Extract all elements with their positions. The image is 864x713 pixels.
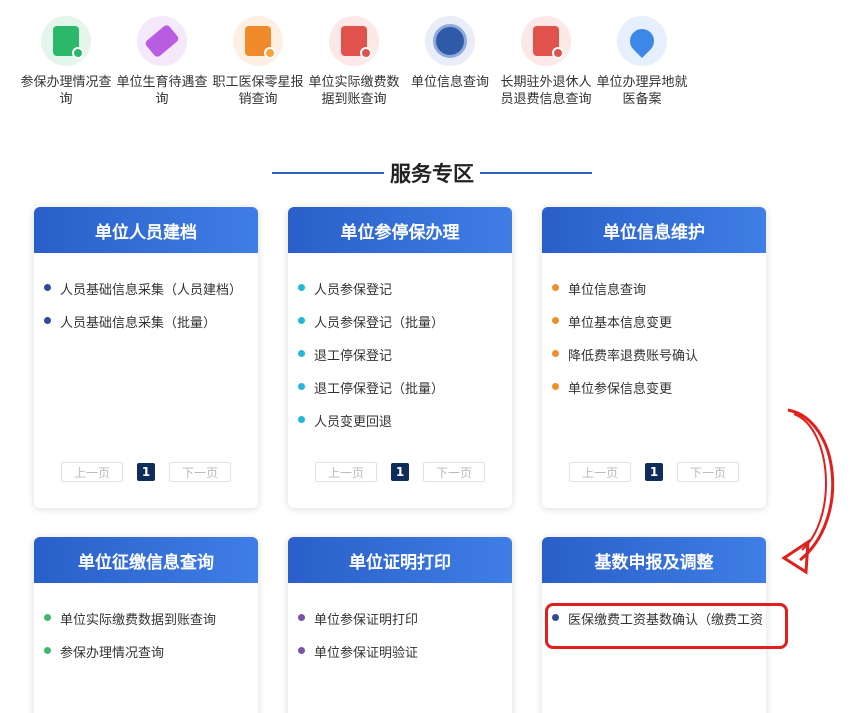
document-search-icon [521, 16, 571, 66]
shortcut-payment-arrival[interactable]: 单位实际缴费数据到账查询 [306, 16, 402, 108]
section-title: 服务专区 [390, 162, 474, 186]
highlight-box [545, 603, 788, 649]
bullet-icon [552, 350, 559, 357]
bullet-icon [298, 284, 305, 291]
prev-page-button[interactable]: 上一页 [569, 462, 631, 482]
card-personnel-archive: 单位人员建档 人员基础信息采集（人员建档） 人员基础信息采集（批量） 上一页 1… [34, 207, 258, 508]
shortcut-label: 职工医保零星报销查询 [212, 75, 304, 107]
card-link[interactable]: 人员变更回退 [298, 411, 512, 444]
receipt-check-icon [233, 16, 283, 66]
shortcut-label: 参保办理情况查询 [20, 75, 112, 107]
card-link[interactable]: 降低费率退费账号确认 [552, 345, 766, 378]
shortcut-row: 参保办理情况查询 单位生育待遇查询 职工医保零星报销查询 单位实际缴费数据到账查… [18, 16, 690, 108]
prev-page-button[interactable]: 上一页 [315, 462, 377, 482]
shortcut-label: 长期驻外退休人员退费信息查询 [500, 75, 592, 107]
shortcut-label: 单位办理异地就医备案 [596, 75, 688, 107]
page-number[interactable]: 1 [391, 463, 409, 481]
page-number[interactable]: 1 [645, 463, 663, 481]
card-link[interactable]: 单位参保信息变更 [552, 378, 766, 411]
bullet-icon [298, 350, 305, 357]
card-enrollment: 单位参停保办理 人员参保登记 人员参保登记（批量） 退工停保登记 退工停保登记（… [288, 207, 512, 508]
bullet-icon [44, 647, 51, 654]
card-title: 单位征缴信息查询 [34, 537, 258, 583]
card-title: 基数申报及调整 [542, 537, 766, 583]
ticket-icon [137, 16, 187, 66]
next-page-button[interactable]: 下一页 [423, 462, 485, 482]
card-link[interactable]: 人员参保登记 [298, 279, 512, 312]
shortcut-label: 单位信息查询 [410, 75, 489, 90]
card-link[interactable]: 单位信息查询 [552, 279, 766, 312]
card-title: 单位人员建档 [34, 207, 258, 253]
bullet-icon [298, 317, 305, 324]
pagination: 上一页 1 下一页 [288, 462, 512, 482]
shortcut-unit-info[interactable]: 单位信息查询 [402, 16, 498, 108]
card-link[interactable]: 单位参保证明验证 [298, 642, 512, 675]
card-link[interactable]: 人员参保登记（批量） [298, 312, 512, 345]
card-unit-info-maintenance: 单位信息维护 单位信息查询 单位基本信息变更 降低费率退费账号确认 单位参保信息… [542, 207, 766, 508]
shortcut-reimbursement[interactable]: 职工医保零星报销查询 [210, 16, 306, 108]
curved-arrow-icon [781, 408, 835, 575]
card-link[interactable]: 退工停保登记（批量） [298, 378, 512, 411]
shortcut-label: 单位生育待遇查询 [116, 75, 208, 107]
divider [480, 172, 592, 174]
bullet-icon [44, 317, 51, 324]
shortcut-maternity-benefit[interactable]: 单位生育待遇查询 [114, 16, 210, 108]
card-link[interactable]: 参保办理情况查询 [44, 642, 258, 675]
divider [272, 172, 384, 174]
card-link[interactable]: 人员基础信息采集（人员建档） [44, 279, 258, 312]
card-link[interactable]: 单位实际缴费数据到账查询 [44, 609, 258, 642]
prev-page-button[interactable]: 上一页 [61, 462, 123, 482]
bullet-icon [298, 614, 305, 621]
bullet-icon [298, 416, 305, 423]
bullet-icon [44, 614, 51, 621]
bullet-icon [552, 317, 559, 324]
pagination: 上一页 1 下一页 [542, 462, 766, 482]
card-title: 单位信息维护 [542, 207, 766, 253]
bullet-icon [552, 383, 559, 390]
document-search-icon [41, 16, 91, 66]
card-certificate-print: 单位证明打印 单位参保证明打印 单位参保证明验证 [288, 537, 512, 713]
shortcut-overseas-retiree-refund[interactable]: 长期驻外退休人员退费信息查询 [498, 16, 594, 108]
bullet-icon [552, 284, 559, 291]
next-page-button[interactable]: 下一页 [169, 462, 231, 482]
bill-search-icon [329, 16, 379, 66]
card-link[interactable]: 单位基本信息变更 [552, 312, 766, 345]
next-page-button[interactable]: 下一页 [677, 462, 739, 482]
card-link[interactable]: 人员基础信息采集（批量） [44, 312, 258, 345]
shortcut-remote-medical-filing[interactable]: 单位办理异地就医备案 [594, 16, 690, 108]
bullet-icon [298, 647, 305, 654]
bullet-icon [44, 284, 51, 291]
card-link[interactable]: 单位参保证明打印 [298, 609, 512, 642]
location-pin-icon [617, 16, 667, 66]
card-link[interactable]: 退工停保登记 [298, 345, 512, 378]
shortcut-enrollment-status[interactable]: 参保办理情况查询 [18, 16, 114, 108]
page-number[interactable]: 1 [137, 463, 155, 481]
card-title: 单位证明打印 [288, 537, 512, 583]
bullet-icon [298, 383, 305, 390]
card-title: 单位参停保办理 [288, 207, 512, 253]
globe-icon [425, 16, 475, 66]
shortcut-label: 单位实际缴费数据到账查询 [308, 75, 400, 107]
section-header: 服务专区 [0, 158, 864, 188]
card-contribution-query: 单位征缴信息查询 单位实际缴费数据到账查询 参保办理情况查询 [34, 537, 258, 713]
pagination: 上一页 1 下一页 [34, 462, 258, 482]
